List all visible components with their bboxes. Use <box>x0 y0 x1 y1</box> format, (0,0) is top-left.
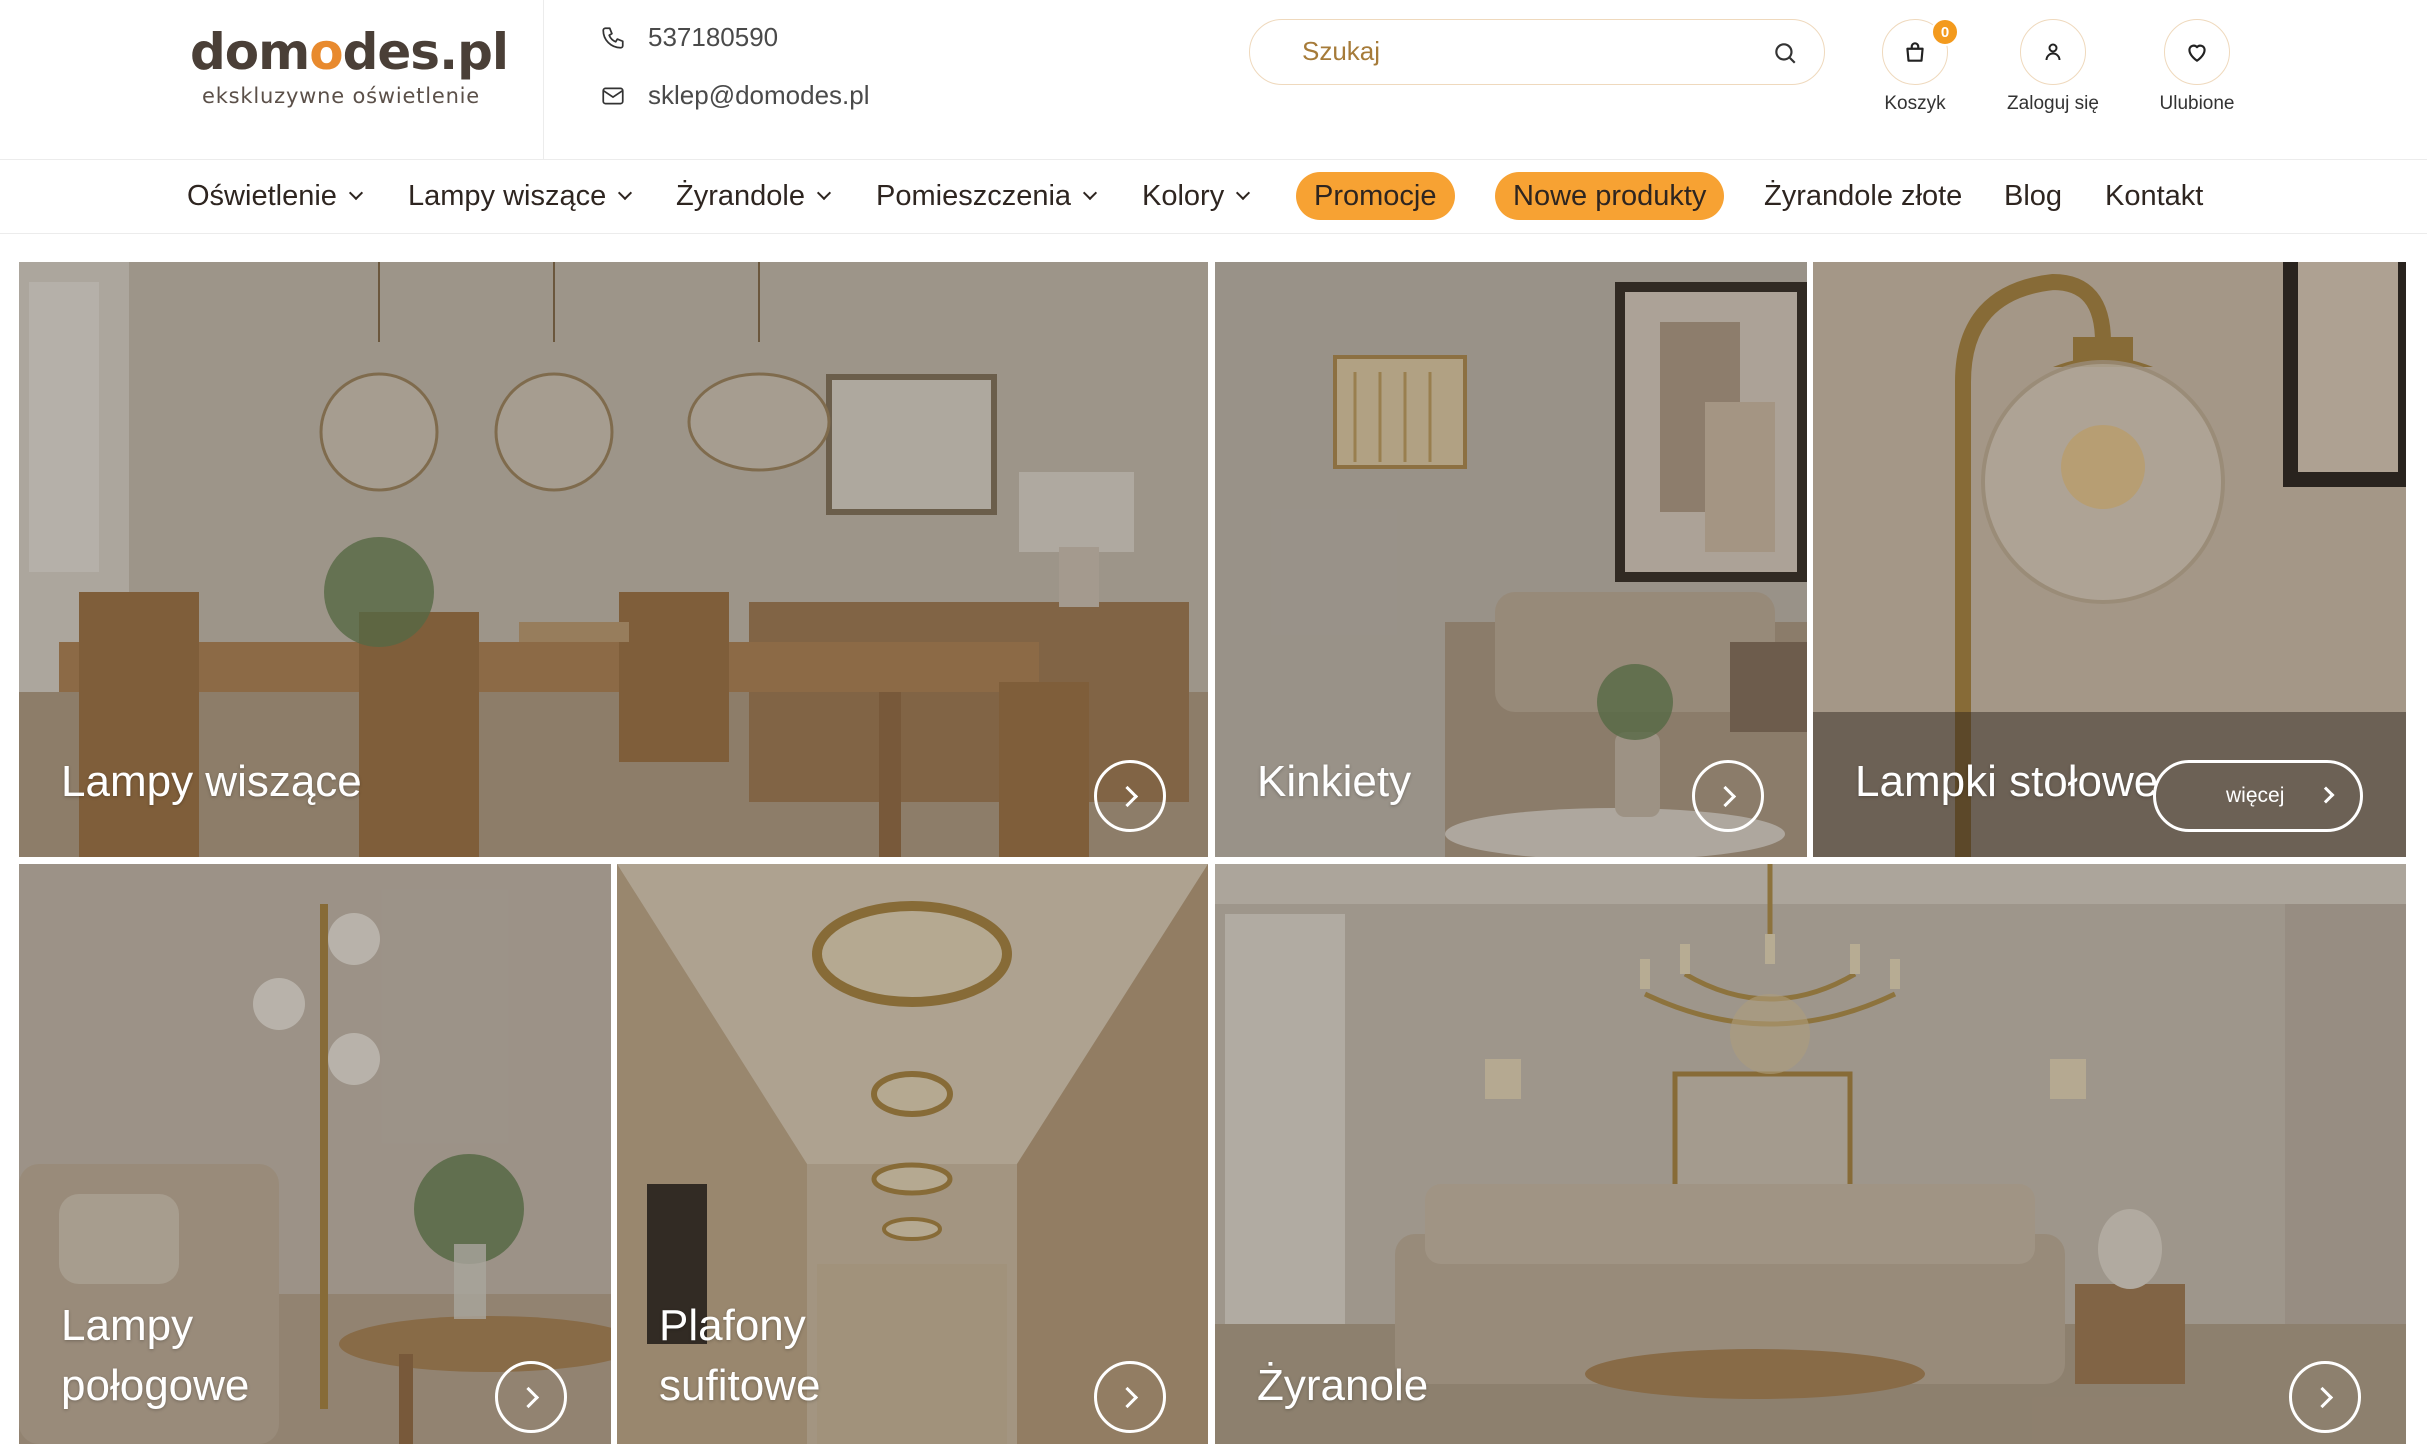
category-tile-lampki-stolowe[interactable]: Lampki stołowe więcej <box>1813 262 2406 857</box>
nav-item-kolory[interactable]: Kolory <box>1142 172 1251 220</box>
phone-link[interactable]: 537180590 <box>600 22 778 53</box>
chevron-down-icon <box>348 185 363 201</box>
tile-label: Lampy wiszące <box>61 757 362 806</box>
nav-item-blog[interactable]: Blog <box>2004 172 2062 220</box>
category-tile-lampy-pologowe[interactable]: Lampy połogowe <box>19 864 611 1444</box>
cart-button[interactable]: 0 Koszyk <box>1845 18 1985 115</box>
login-label: Zaloguj się <box>2007 93 2099 114</box>
search-icon[interactable] <box>1772 40 1798 66</box>
mail-icon <box>600 83 626 109</box>
favorites-label: Ulubione <box>2159 93 2235 114</box>
bag-icon <box>1902 39 1928 65</box>
email-address: sklep@domodes.pl <box>648 80 870 110</box>
favorites-button[interactable]: Ulubione <box>2127 19 2267 115</box>
tile-label: Kinkiety <box>1257 757 1412 806</box>
tile-label-line1: Lampy <box>61 1301 194 1350</box>
nav-item-lampy-wiszace[interactable]: Lampy wiszące <box>408 172 633 220</box>
nav-item-kontakt[interactable]: Kontakt <box>2105 172 2203 220</box>
nav-item-pomieszczenia[interactable]: Pomieszczenia <box>876 172 1098 220</box>
chevron-down-icon <box>618 185 633 201</box>
chevron-right-icon[interactable] <box>1094 1361 1166 1433</box>
category-tile-kinkiety[interactable]: Kinkiety <box>1215 262 1807 857</box>
search-input[interactable] <box>1302 20 1742 83</box>
category-tile-zyrandole[interactable]: Żyranole <box>1215 864 2406 1444</box>
chevron-down-icon <box>1082 185 1098 201</box>
chevron-right-icon[interactable] <box>2289 1361 2361 1433</box>
phone-number: 537180590 <box>648 22 779 52</box>
tile-label-line1: Plafony <box>659 1301 806 1350</box>
heart-icon <box>2184 39 2210 65</box>
chevron-right-icon <box>2317 786 2335 804</box>
nav-item-nowe-produkty[interactable]: Nowe produkty <box>1495 172 1725 220</box>
tile-label-line2: sufitowe <box>659 1361 821 1410</box>
email-link[interactable]: sklep@domodes.pl <box>600 80 870 111</box>
cart-circle: 0 <box>1882 18 1959 85</box>
tile-label: Żyranole <box>1257 1361 1429 1410</box>
site-header: domodes.pl ekskluzywne oświetlenie 53718… <box>0 0 2427 160</box>
nav-item-zyrandole[interactable]: Żyrandole <box>676 172 832 220</box>
phone-icon <box>600 25 626 51</box>
favorites-circle <box>2164 19 2230 85</box>
category-tile-lampy-wiszace[interactable]: Lampy wiszące <box>19 262 1208 857</box>
tile-label: Lampki stołowe <box>1855 757 2159 806</box>
category-tile-plafony-sufitowe[interactable]: Plafony sufitowe <box>617 864 1208 1444</box>
nav-item-promocje[interactable]: Promocje <box>1296 172 1455 220</box>
header-divider <box>543 0 544 160</box>
main-nav: Oświetlenie Lampy wiszące Żyrandole Pomi… <box>0 160 2427 234</box>
login-button[interactable]: Zaloguj się <box>1983 19 2123 115</box>
chevron-down-icon <box>816 185 832 201</box>
more-label: więcej <box>2226 784 2285 807</box>
login-circle <box>2020 19 2086 85</box>
nav-item-zyrandole-zlote[interactable]: Żyrandole złote <box>1764 172 1962 220</box>
logo-tagline: ekskluzywne oświetlenie <box>202 84 481 108</box>
search-bar <box>1249 19 1825 85</box>
chevron-right-icon[interactable] <box>495 1361 567 1433</box>
cart-count-badge: 0 <box>1931 18 1959 46</box>
nav-item-oswietlenie[interactable]: Oświetlenie <box>187 172 363 220</box>
chevron-down-icon <box>1236 185 1251 201</box>
chevron-right-icon[interactable] <box>1692 760 1764 832</box>
more-button[interactable]: więcej <box>2153 760 2363 832</box>
site-logo[interactable]: domodes.pl ekskluzywne oświetlenie <box>190 22 550 122</box>
user-icon <box>2041 40 2065 64</box>
logo-wordmark: domodes.pl <box>190 23 509 81</box>
tile-label-line2: połogowe <box>61 1361 250 1410</box>
chevron-right-icon[interactable] <box>1094 760 1166 832</box>
cart-label: Koszyk <box>1884 93 1946 114</box>
